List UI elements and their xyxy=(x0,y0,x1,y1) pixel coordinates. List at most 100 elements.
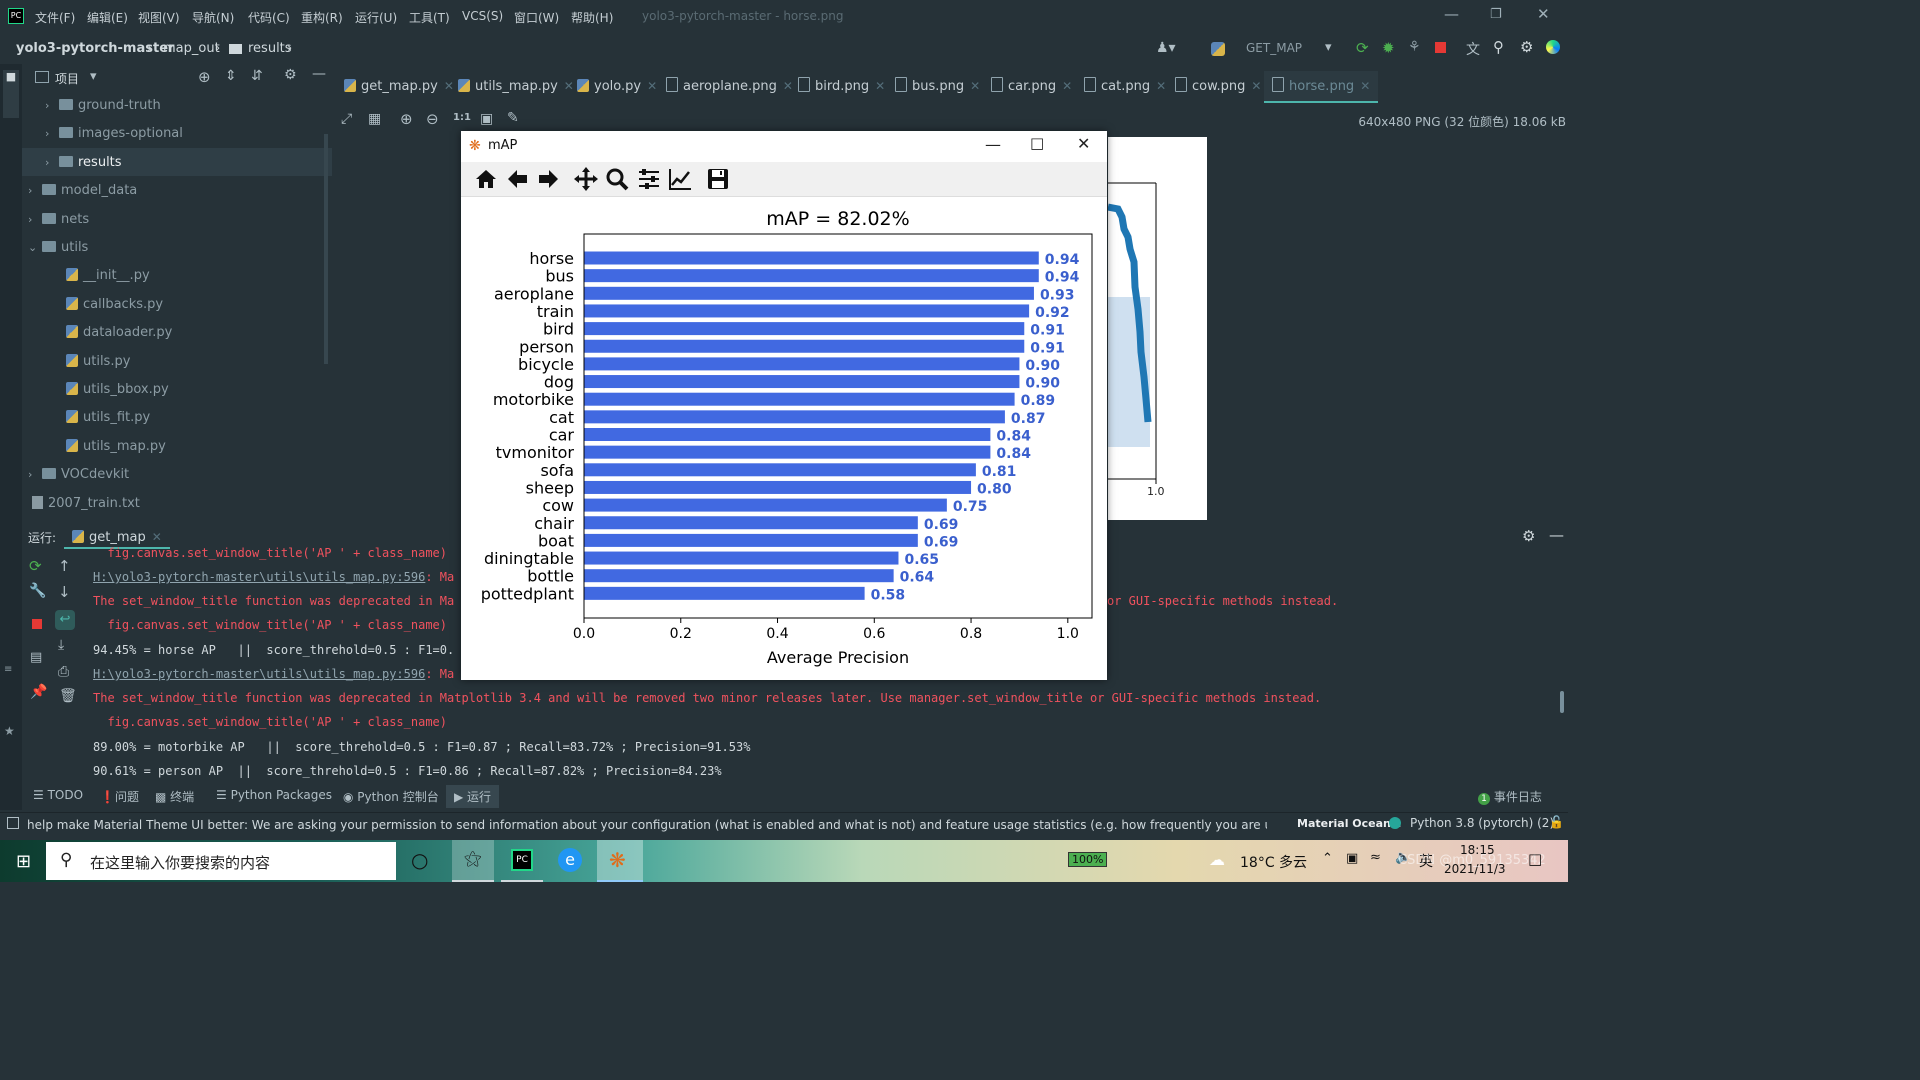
tree-item-utils-fit-py[interactable]: utils_fit.py xyxy=(66,404,150,432)
tree-item-utils-py[interactable]: utils.py xyxy=(66,348,130,376)
status-message[interactable]: help make Material Theme UI better: We a… xyxy=(27,816,1267,833)
chevron-down-icon[interactable]: ⌄ xyxy=(28,234,42,262)
color-picker-icon[interactable]: ✎ xyxy=(507,110,519,126)
close-tab-icon[interactable]: ✕ xyxy=(783,79,793,93)
console-file-link[interactable]: H:\yolo3-pytorch-master\utils\utils_map.… xyxy=(93,570,425,584)
close-tab-icon[interactable]: ✕ xyxy=(1360,79,1370,93)
stop-icon[interactable] xyxy=(1435,42,1446,53)
tree-item-init-py[interactable]: __init__.py xyxy=(66,262,150,290)
close-tab-icon[interactable]: ✕ xyxy=(1062,79,1072,93)
pin-icon[interactable]: 📌 xyxy=(30,684,47,700)
chevron-up-icon[interactable]: ⌃ xyxy=(1322,851,1333,866)
edit-axis-icon[interactable] xyxy=(667,166,693,192)
tab-yolo-py[interactable]: yolo.py ✕ xyxy=(577,71,657,101)
grid-icon[interactable]: ▦ xyxy=(368,111,381,127)
back-arrow-icon[interactable] xyxy=(505,166,531,192)
gear-icon[interactable]: ⚙ xyxy=(1522,527,1535,545)
gear-icon[interactable]: ⚙ xyxy=(284,67,297,83)
tab-cow-png[interactable]: cow.png ✕ xyxy=(1175,71,1261,101)
windows-start-icon[interactable]: ⊞ xyxy=(16,851,31,872)
layout-icon[interactable]: ▤ xyxy=(30,650,42,665)
tab-get-map-py[interactable]: get_map.py ✕ xyxy=(344,71,454,101)
tree-item-ground-truth[interactable]: › ground-truth xyxy=(45,92,161,120)
menu-edit[interactable]: 编辑(E) xyxy=(87,9,128,26)
zoom-icon[interactable] xyxy=(604,166,630,192)
save-icon[interactable] xyxy=(705,166,731,192)
stop-icon[interactable] xyxy=(32,619,42,629)
tree-item-utils-map-py[interactable]: utils_map.py xyxy=(66,433,166,461)
hide-panel-icon[interactable]: — xyxy=(312,66,326,82)
close-icon[interactable]: ✕ xyxy=(1077,134,1090,153)
tree-item-model-data[interactable]: › model_data xyxy=(28,177,137,205)
minimize-icon[interactable]: — xyxy=(1444,5,1459,23)
lock-icon[interactable]: 🔓 xyxy=(1549,815,1564,829)
scrollbar[interactable] xyxy=(324,134,328,364)
chevron-down-icon[interactable]: ▾ xyxy=(90,69,97,84)
menu-code[interactable]: 代码(C) xyxy=(248,9,290,26)
tree-item-2007-train-txt[interactable]: 2007_train.txt xyxy=(32,490,140,518)
console-file-link[interactable]: H:\yolo3-pytorch-master\utils\utils_map.… xyxy=(93,667,425,681)
zoom-in-icon[interactable]: ⊕ xyxy=(400,110,413,128)
close-tab-icon[interactable]: ✕ xyxy=(875,79,885,93)
tree-item-vocdevkit[interactable]: › VOCdevkit xyxy=(28,461,129,489)
tab-run[interactable]: ▶ 运行 xyxy=(446,785,500,808)
weather-label[interactable]: 18°C 多云 xyxy=(1240,852,1307,872)
close-tab-icon[interactable]: ✕ xyxy=(152,530,162,544)
menu-window[interactable]: 窗口(W) xyxy=(514,9,559,26)
tab-bird-png[interactable]: bird.png ✕ xyxy=(798,71,885,101)
project-tool-button[interactable]: ■ xyxy=(3,70,19,118)
trash-icon[interactable]: 🗑 xyxy=(59,688,77,704)
fit-icon[interactable]: ⤢ xyxy=(341,111,352,127)
scroll-to-end-icon[interactable]: ⤓ xyxy=(58,637,64,653)
configure-subplots-icon[interactable] xyxy=(636,166,662,192)
cortana-icon[interactable]: ○ xyxy=(411,848,428,872)
tab-utils-map-py[interactable]: utils_map.py ✕ xyxy=(458,71,574,101)
menu-tools[interactable]: 工具(T) xyxy=(409,9,450,26)
chevron-right-icon[interactable]: › xyxy=(45,149,59,177)
chevron-right-icon[interactable]: › xyxy=(45,92,59,120)
tree-item-utils-bbox-py[interactable]: utils_bbox.py xyxy=(66,376,169,404)
chevron-right-icon[interactable]: › xyxy=(45,120,59,148)
translate-icon[interactable]: 文 xyxy=(1466,39,1480,59)
tree-item-dataloader-py[interactable]: dataloader.py xyxy=(66,319,172,347)
scrollbar[interactable] xyxy=(1560,691,1564,713)
zoom-out-icon[interactable]: ⊖ xyxy=(426,110,439,128)
notification-icon[interactable]: □ xyxy=(1528,850,1542,868)
tab-car-png[interactable]: car.png ✕ xyxy=(991,71,1072,101)
tree-item-results[interactable]: › results xyxy=(45,149,122,177)
close-tab-icon[interactable]: ✕ xyxy=(647,79,657,93)
tab-horse-png[interactable]: horse.png ✕ xyxy=(1264,71,1379,103)
tab-todo[interactable]: ☰ TODO xyxy=(33,788,83,802)
collapse-all-icon[interactable]: ⇵ xyxy=(251,68,263,84)
menu-refactor[interactable]: 重构(R) xyxy=(301,9,343,26)
event-log-button[interactable]: 1 事件日志 xyxy=(1478,788,1542,805)
maximize-icon[interactable]: □ xyxy=(1030,134,1044,152)
tree-item-utils[interactable]: ⌄ utils xyxy=(28,234,88,262)
breadcrumb-map-out[interactable]: map_out xyxy=(163,41,220,56)
taskbar-app-pycharm-remote[interactable]: ⚝ xyxy=(452,840,494,882)
arrow-up-icon[interactable]: ↑ xyxy=(58,557,71,575)
home-icon[interactable] xyxy=(473,166,499,192)
close-tab-icon[interactable]: ✕ xyxy=(1251,79,1261,93)
chevron-right-icon[interactable]: › xyxy=(28,206,42,234)
chevron-right-icon[interactable]: › xyxy=(28,461,42,489)
menu-navigate[interactable]: 导航(N) xyxy=(192,9,234,26)
battery-indicator[interactable]: 100% xyxy=(1068,852,1108,867)
menu-file[interactable]: 文件(F) xyxy=(35,9,75,26)
tab-bus-png[interactable]: bus.png ✕ xyxy=(895,71,980,101)
console-line[interactable]: H:\yolo3-pytorch-master\utils\utils_map.… xyxy=(93,570,454,584)
close-tab-icon[interactable]: ✕ xyxy=(1156,79,1166,93)
tree-item-callbacks-py[interactable]: callbacks.py xyxy=(66,291,163,319)
close-tab-icon[interactable]: ✕ xyxy=(444,79,454,93)
pan-icon[interactable] xyxy=(573,166,599,192)
tab-problems[interactable]: ❗问题 xyxy=(100,788,139,805)
soft-wrap-icon[interactable]: ↩ xyxy=(55,610,75,630)
menu-vcs[interactable]: VCS(S) xyxy=(462,9,503,23)
maximize-icon[interactable]: ❐ xyxy=(1490,7,1502,22)
structure-tool-button[interactable]: ≡ xyxy=(4,664,18,704)
actual-size-icon[interactable]: 1:1 xyxy=(453,112,471,123)
project-panel-label[interactable]: 项目 xyxy=(55,70,79,87)
run-config-selector[interactable]: GET_MAP ▾ xyxy=(1203,38,1343,60)
menu-run[interactable]: 运行(U) xyxy=(355,9,397,26)
breadcrumb-results[interactable]: results xyxy=(248,41,292,56)
